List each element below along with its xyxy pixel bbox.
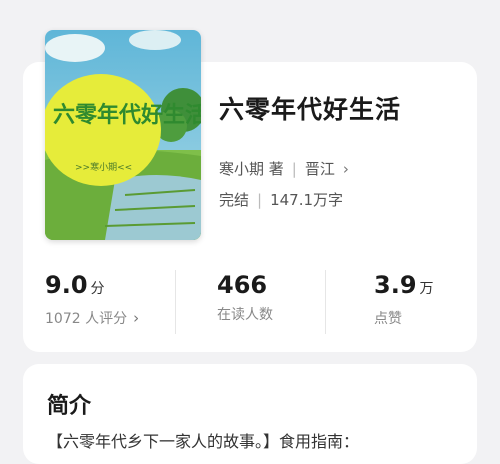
separator: |	[291, 159, 297, 178]
likes-unit: 万	[419, 281, 434, 297]
separator: |	[257, 190, 263, 209]
cover-title: 六零年代好生活	[53, 102, 201, 128]
platform-link[interactable]: 晋江	[305, 158, 335, 179]
rating-stat[interactable]: 9.0 分 1072 人评分 ›	[45, 270, 139, 334]
status-line: 完结 | 147.1万字	[219, 189, 343, 210]
cover-author: >>寒小期<<	[75, 161, 132, 173]
rating-unit: 分	[90, 281, 105, 297]
author-name[interactable]: 寒小期 著	[219, 158, 284, 179]
author-line: 寒小期 著 | 晋江 ›	[219, 158, 349, 179]
likes-label: 点赞	[374, 311, 402, 327]
rating-count-link[interactable]: 1072 人评分 ›	[45, 308, 139, 328]
rating-number: 9.0	[45, 271, 88, 299]
chevron-right-icon[interactable]: ›	[343, 160, 349, 178]
divider	[175, 270, 176, 334]
stats-row: 9.0 分 1072 人评分 › 466 在读人数 3.9 万 点赞	[23, 270, 477, 334]
divider	[325, 270, 326, 334]
book-title: 六零年代好生活	[219, 95, 402, 124]
status-text: 完结	[219, 191, 250, 209]
book-info-card: 六零年代好生活 >>寒小期<< 六零年代好生活 寒小期 著 | 晋江 › 完结 …	[23, 30, 477, 352]
likes-number: 3.9	[374, 271, 417, 299]
word-count: 147.1万字	[270, 191, 344, 209]
readers-stat: 466 在读人数	[217, 270, 273, 334]
intro-heading: 简介	[47, 394, 92, 419]
rating-value: 9.0 分	[45, 270, 139, 304]
intro-card: 简介 【六零年代乡下一家人的故事。】食用指南：	[23, 364, 477, 464]
readers-value: 466	[217, 270, 273, 300]
book-cover[interactable]: 六零年代好生活 >>寒小期<<	[45, 30, 201, 240]
rating-count-label: 1072 人评分	[45, 311, 128, 327]
likes-stat[interactable]: 3.9 万 点赞	[374, 270, 434, 334]
likes-value: 3.9 万	[374, 270, 434, 304]
chevron-right-icon: ›	[133, 309, 140, 327]
intro-text[interactable]: 【六零年代乡下一家人的故事。】食用指南：	[47, 428, 467, 452]
readers-label: 在读人数	[217, 307, 273, 323]
readers-number: 466	[217, 271, 268, 299]
